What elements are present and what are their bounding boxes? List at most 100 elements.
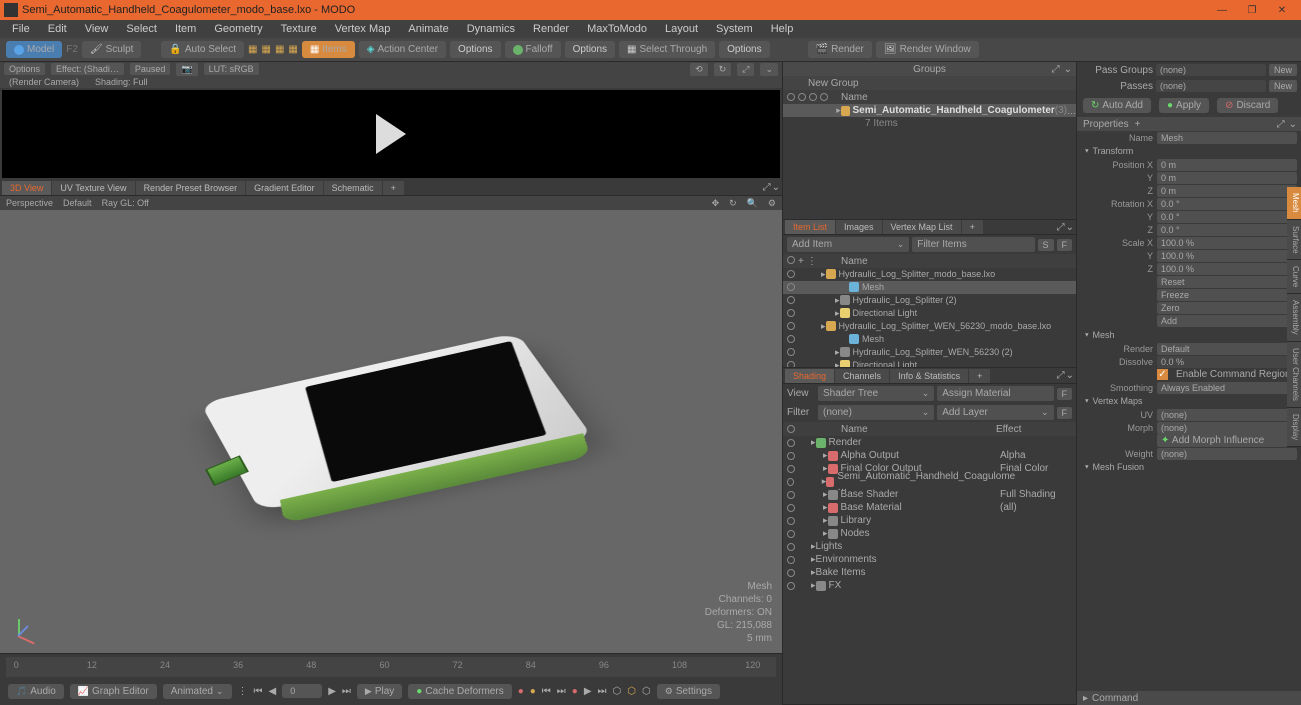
vp-raygl[interactable]: Ray GL: Off bbox=[102, 198, 149, 208]
f-button[interactable]: F bbox=[1057, 407, 1073, 419]
item-row[interactable]: ▸ Directional Light bbox=[783, 307, 1076, 320]
timeline-ruler[interactable]: 01224364860728496108120 bbox=[6, 657, 776, 677]
mode-icon[interactable]: ▦ bbox=[248, 44, 257, 55]
3d-viewport[interactable]: MeshChannels: 0Deformers: ONGL: 215,0885… bbox=[0, 210, 782, 653]
tc-icon[interactable]: ⋮ bbox=[238, 686, 248, 697]
scl-x-field[interactable]: 100.0 % bbox=[1157, 237, 1297, 249]
rp-icon[interactable]: ↻ bbox=[714, 63, 732, 76]
step-back-icon[interactable]: ◀ bbox=[269, 686, 277, 697]
cache-deformers-button[interactable]: ● Cache Deformers bbox=[408, 684, 511, 699]
graph-editor-button[interactable]: 📈 Graph Editor bbox=[70, 684, 157, 699]
freeze-button[interactable]: Freeze bbox=[1157, 289, 1297, 301]
audio-button[interactable]: 🎵 Audio bbox=[8, 684, 64, 699]
discard-button[interactable]: ⊘Discard bbox=[1217, 98, 1278, 113]
close-button[interactable]: ✕ bbox=[1267, 0, 1297, 20]
mfusion-section[interactable]: Mesh Fusion bbox=[1077, 460, 1301, 474]
vp-icon[interactable]: ✥ bbox=[712, 198, 720, 209]
item-row[interactable]: ▸ Directional Light bbox=[783, 359, 1076, 367]
pos-x-field[interactable]: 0 m bbox=[1157, 159, 1297, 171]
f-button[interactable]: F bbox=[1057, 388, 1073, 400]
tab-channels[interactable]: Channels bbox=[835, 369, 889, 383]
items-button[interactable]: ▦ Items bbox=[302, 41, 355, 58]
axis-gizmo[interactable] bbox=[10, 613, 40, 643]
play-icon[interactable] bbox=[376, 114, 406, 154]
menu-edit[interactable]: Edit bbox=[40, 21, 75, 37]
reset-button[interactable]: Reset bbox=[1157, 276, 1297, 288]
tab-vertex-map-list[interactable]: Vertex Map List bbox=[883, 220, 961, 234]
menu-item[interactable]: Item bbox=[167, 21, 204, 37]
item-row[interactable]: Mesh bbox=[783, 281, 1076, 294]
shader-row[interactable]: ▸ Library bbox=[783, 514, 1076, 527]
filter-items-dropdown[interactable]: Filter Items bbox=[912, 237, 1034, 252]
mode-icon-2[interactable]: ▦ bbox=[261, 44, 270, 55]
vtab-user-channels[interactable]: User Channels bbox=[1287, 342, 1301, 408]
rp-icon[interactable]: ⌄ bbox=[760, 63, 778, 76]
frame-field[interactable]: 0 bbox=[282, 684, 322, 698]
item-row[interactable]: ▸ Hydraulic_Log_Splitter_WEN_56230 (2) bbox=[783, 346, 1076, 359]
add-layer-dropdown[interactable]: Add Layer⌄ bbox=[937, 405, 1053, 420]
tc-icon[interactable]: ⏭ bbox=[598, 686, 607, 697]
shader-row[interactable]: ▸ Base Material(all) bbox=[783, 501, 1076, 514]
tab-render-preset-browser[interactable]: Render Preset Browser bbox=[136, 181, 246, 195]
add-tab-icon[interactable]: + bbox=[1135, 119, 1141, 130]
shader-row[interactable]: ▸ Lights bbox=[783, 540, 1076, 553]
select-through-button[interactable]: ▦ Select Through bbox=[619, 41, 715, 58]
new-button[interactable]: New bbox=[1269, 64, 1297, 76]
new-group-button[interactable]: New Group bbox=[808, 78, 859, 89]
passes-dropdown[interactable]: (none) bbox=[1156, 80, 1266, 92]
assign-material-button[interactable]: Assign Material bbox=[937, 386, 1053, 401]
menu-dynamics[interactable]: Dynamics bbox=[459, 21, 523, 37]
shader-row[interactable]: ▸ Environments bbox=[783, 553, 1076, 566]
vtab-display[interactable]: Display bbox=[1287, 408, 1301, 447]
tc-icon[interactable]: ⏮ bbox=[542, 686, 551, 697]
tc-icon[interactable]: ⬡ bbox=[613, 686, 622, 697]
weight-dropdown[interactable]: (none) bbox=[1157, 448, 1297, 460]
name-field[interactable]: Mesh bbox=[1157, 132, 1297, 144]
add-tab[interactable]: + bbox=[962, 220, 983, 234]
tab-gradient-editor[interactable]: Gradient Editor bbox=[246, 181, 323, 195]
render-window-button[interactable]: 🖼 Render Window bbox=[876, 41, 979, 58]
tab-uv-texture-view[interactable]: UV Texture View bbox=[52, 181, 134, 195]
menu-help[interactable]: Help bbox=[763, 21, 802, 37]
auto-select-button[interactable]: 🔒 Auto Select bbox=[161, 41, 244, 58]
render-options[interactable]: Options bbox=[4, 63, 45, 75]
new-button-2[interactable]: New bbox=[1269, 80, 1297, 92]
render-shading[interactable]: Shading: Full bbox=[90, 76, 153, 88]
shader-row[interactable]: ▸ Alpha OutputAlpha bbox=[783, 449, 1076, 462]
panel-icon[interactable]: ⌄ bbox=[1066, 222, 1074, 233]
panel-icon[interactable]: ⤢ bbox=[1277, 119, 1285, 130]
tab-shading[interactable]: Shading bbox=[785, 369, 834, 383]
menu-render[interactable]: Render bbox=[525, 21, 577, 37]
shader-row[interactable]: ▸ FX bbox=[783, 579, 1076, 592]
render-lut[interactable]: LUT: sRGB bbox=[204, 63, 259, 75]
panel-icon[interactable]: ⌄ bbox=[1066, 370, 1074, 381]
panel-icon[interactable]: ⤢ bbox=[1057, 370, 1065, 381]
f-button[interactable]: F bbox=[1057, 239, 1073, 251]
vp-icon[interactable]: ↻ bbox=[729, 198, 737, 209]
shader-row[interactable]: ▸ Bake Items bbox=[783, 566, 1076, 579]
morph-dropdown[interactable]: (none) bbox=[1157, 422, 1297, 434]
vp-perspective[interactable]: Perspective bbox=[6, 198, 53, 208]
vp-default[interactable]: Default bbox=[63, 198, 92, 208]
render-effect[interactable]: Effect: (Shadi… bbox=[51, 63, 124, 75]
pos-z-field[interactable]: 0 m bbox=[1157, 185, 1297, 197]
shader-row[interactable]: ▸ Render bbox=[783, 436, 1076, 449]
minimize-button[interactable]: — bbox=[1207, 0, 1237, 20]
tab-schematic[interactable]: Schematic bbox=[324, 181, 382, 195]
menu-file[interactable]: File bbox=[4, 21, 38, 37]
menu-vertex-map[interactable]: Vertex Map bbox=[327, 21, 399, 37]
s-button[interactable]: S bbox=[1038, 239, 1054, 251]
menu-system[interactable]: System bbox=[708, 21, 761, 37]
settings-button[interactable]: ⚙ Settings bbox=[657, 684, 720, 699]
add-button[interactable]: Add bbox=[1157, 315, 1297, 327]
tc-icon[interactable]: ● bbox=[572, 686, 578, 697]
mode-icon-4[interactable]: ▦ bbox=[288, 44, 297, 55]
vtab-assembly[interactable]: Assembly bbox=[1287, 294, 1301, 342]
options-button-2[interactable]: Options bbox=[565, 41, 615, 58]
shadertree-dropdown[interactable]: Shader Tree⌄ bbox=[818, 386, 934, 401]
scl-y-field[interactable]: 100.0 % bbox=[1157, 250, 1297, 262]
vtab-surface[interactable]: Surface bbox=[1287, 220, 1301, 261]
skip-fwd-icon[interactable]: ⏭ bbox=[342, 686, 351, 697]
add-icon[interactable]: + bbox=[798, 256, 804, 267]
pos-y-field[interactable]: 0 m bbox=[1157, 172, 1297, 184]
